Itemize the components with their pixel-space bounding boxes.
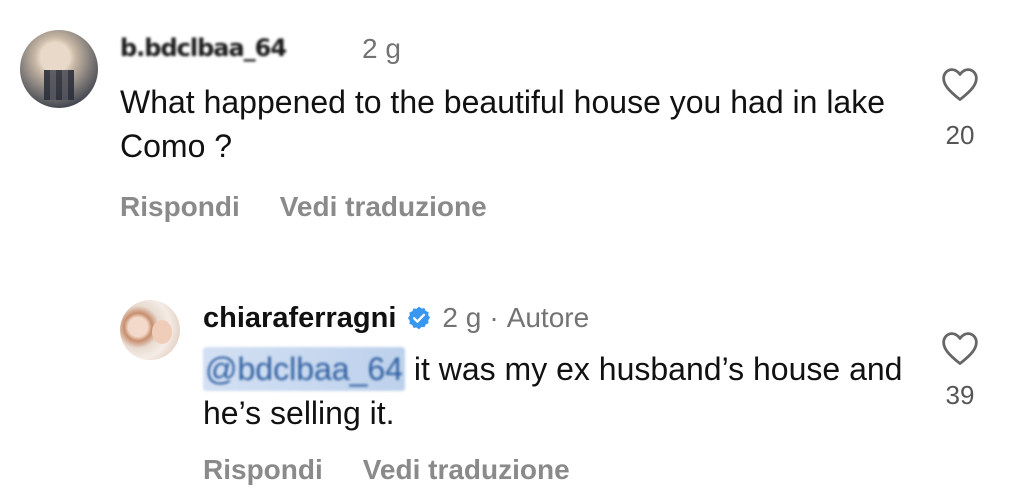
comment-header: b.bdclbaa_64 2 g [120,31,401,67]
comment-time: 2 g [362,33,401,64]
comment-time: 2 g [442,302,482,333]
comment-actions: Rispondi Vedi traduzione [203,454,570,486]
comment-actions: Rispondi Vedi traduzione [120,191,487,223]
comment-text: @bdclbaa_64 it was my ex husband’s house… [203,347,903,435]
like-control: 39 [920,330,1000,411]
heart-outline-icon[interactable] [920,66,1000,102]
heart-outline-icon[interactable] [920,330,1000,366]
reply-button[interactable]: Rispondi [203,454,323,486]
like-count: 20 [945,120,975,150]
reply-button[interactable]: Rispondi [120,191,240,223]
author-label: Autore [506,302,590,333]
see-translation-button[interactable]: Vedi traduzione [363,454,570,486]
see-translation-button[interactable]: Vedi traduzione [280,191,487,223]
avatar[interactable] [20,30,98,108]
comment-2: chiaraferragni 2 g · Autore @bdclbaa_64 … [0,280,1024,497]
username-blurred[interactable]: b.bdclbaa_64 [120,34,352,64]
verified-badge-icon [406,305,432,331]
comment-text: What happened to the beautiful house you… [120,84,886,164]
avatar-detail [152,320,172,344]
avatar-pixelation [44,70,74,100]
comment-header: chiaraferragni 2 g · Autore [203,298,589,338]
comment-1: b.bdclbaa_64 2 g What happened to the be… [0,0,1024,260]
mention-link[interactable]: @bdclbaa_64 [203,347,405,391]
avatar[interactable] [120,300,180,360]
meta-separator: · [489,302,499,333]
like-count: 39 [945,380,975,410]
like-control: 20 [920,66,1000,151]
username[interactable]: chiaraferragni [203,302,396,335]
